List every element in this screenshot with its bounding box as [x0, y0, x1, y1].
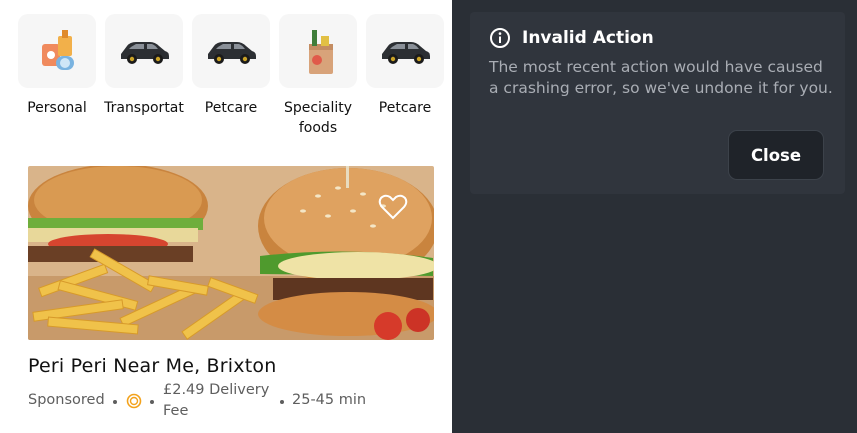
offer-icon — [126, 393, 142, 409]
invalid-action-dialog: Invalid Action The most recent action wo… — [470, 12, 845, 194]
category-petcare[interactable]: Petcare — [190, 14, 272, 118]
separator-dot — [280, 400, 284, 404]
close-button[interactable]: Close — [728, 130, 824, 180]
delivery-eta: 25-45 min — [292, 392, 367, 408]
category-transportation[interactable]: Transportat — [103, 14, 185, 118]
category-label: Personal — [27, 100, 87, 116]
info-icon — [490, 28, 510, 48]
car-icon — [121, 42, 169, 64]
restaurant-meta: Sponsored £2.49 Delivery Fee 25-45 min — [28, 380, 448, 424]
store-app-panel: Personal Transportat Petcare Speciality … — [0, 0, 452, 433]
dialog-title: Invalid Action — [522, 28, 654, 48]
category-tile — [192, 14, 270, 88]
category-label: Petcare — [204, 100, 258, 116]
category-petcare[interactable]: Petcare — [364, 14, 446, 118]
category-tile — [105, 14, 183, 88]
restaurant-card-image[interactable] — [28, 166, 434, 340]
category-label: Petcare — [378, 100, 432, 116]
car-icon — [382, 42, 430, 64]
car-icon — [208, 42, 256, 64]
dialog-message: The most recent action would have caused… — [489, 58, 833, 97]
restaurant-name[interactable]: Peri Peri Near Me, Brixton — [28, 355, 276, 377]
category-label: Transportat — [104, 100, 184, 116]
burger-and-fries-photo — [28, 166, 434, 340]
favorite-heart-icon[interactable] — [378, 194, 408, 220]
category-tile — [366, 14, 444, 88]
category-tile — [18, 14, 96, 88]
category-speciality-foods[interactable]: Speciality foods — [277, 14, 359, 138]
separator-dot — [150, 400, 154, 404]
grocery-bag-icon — [309, 30, 333, 74]
category-label: Speciality foods — [283, 100, 353, 136]
delivery-fee: £2.49 Delivery Fee — [163, 382, 270, 419]
personal-care-icon — [42, 30, 74, 70]
category-personal[interactable]: Personal — [16, 14, 98, 118]
separator-dot — [113, 400, 117, 404]
category-carousel: Personal Transportat Petcare Speciality … — [0, 0, 452, 150]
category-tile — [279, 14, 357, 88]
sponsored-label: Sponsored — [28, 392, 105, 408]
